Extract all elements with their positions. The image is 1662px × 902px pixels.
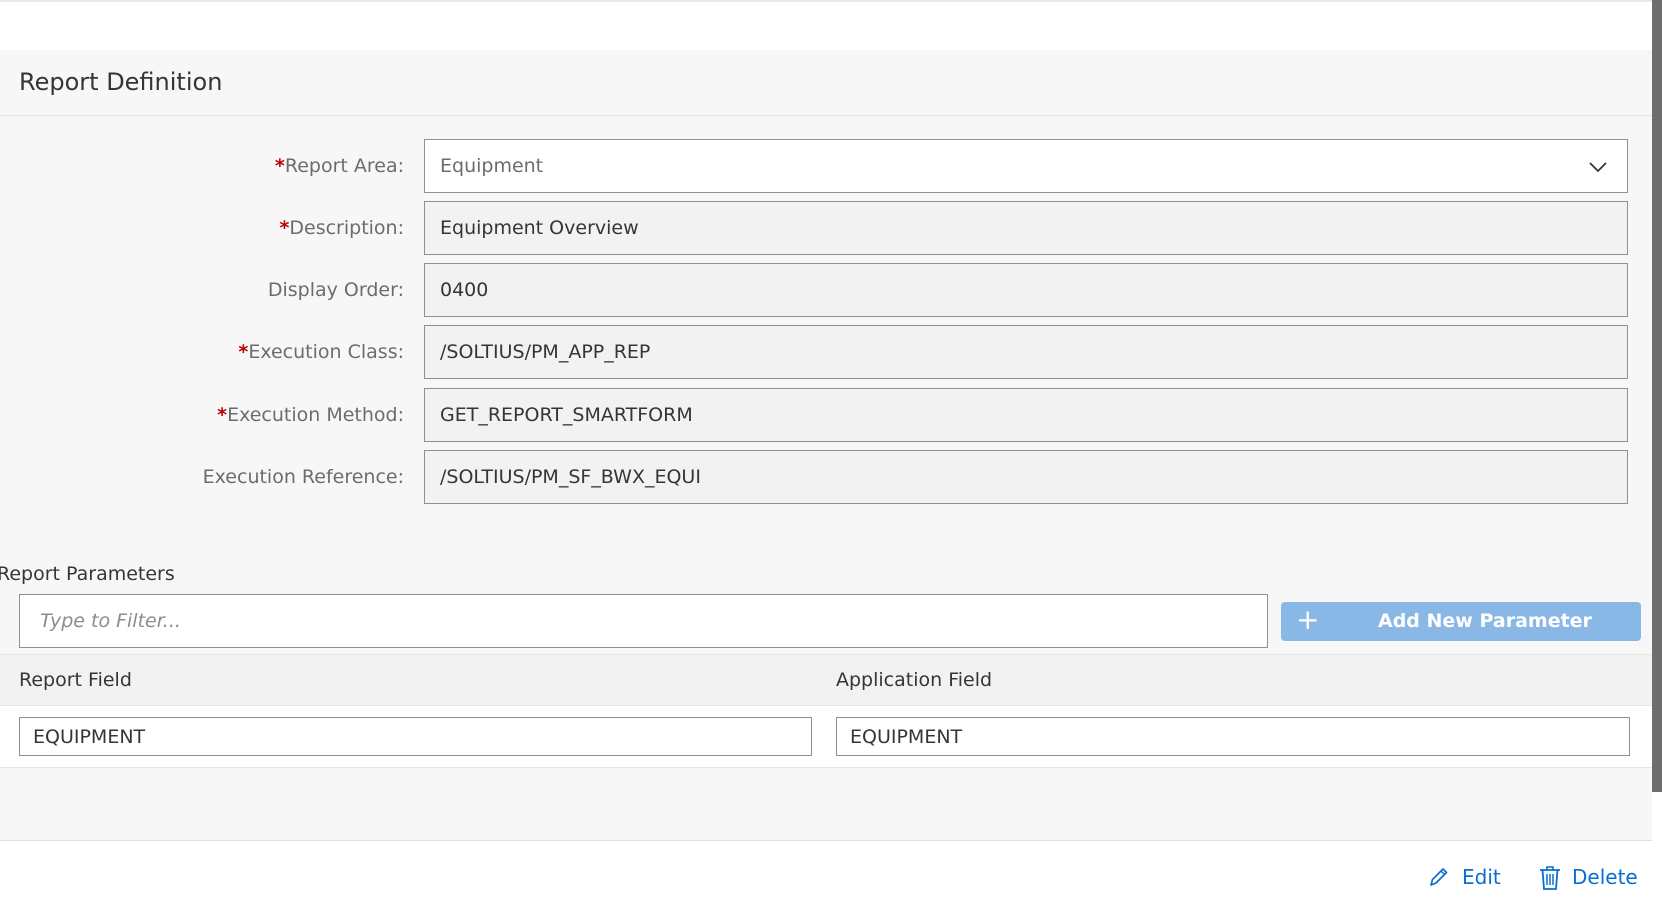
report-area-select[interactable]: Equipment bbox=[424, 139, 1628, 193]
pencil-icon bbox=[1430, 868, 1448, 886]
display-order-label: Display Order: bbox=[267, 279, 404, 301]
chevron-down-icon[interactable] bbox=[1587, 156, 1609, 178]
vertical-scrollbar[interactable] bbox=[1652, 0, 1662, 792]
required-marker: * bbox=[217, 404, 228, 426]
application-field-input[interactable]: EQUIPMENT bbox=[836, 717, 1630, 756]
delete-label: Delete bbox=[1572, 865, 1638, 889]
parameters-table-header: Report Field Application Field bbox=[0, 654, 1652, 706]
required-marker: * bbox=[279, 217, 290, 239]
execution-method-field[interactable]: GET_REPORT_SMARTFORM bbox=[424, 388, 1628, 442]
trash-icon bbox=[1540, 866, 1560, 890]
report-definition-panel: Report Definition *Report Area: Equipmen… bbox=[0, 50, 1652, 840]
required-marker: * bbox=[238, 341, 249, 363]
description-row: *Description: Equipment Overview bbox=[0, 201, 1652, 255]
execution-class-field[interactable]: /SOLTIUS/PM_APP_REP bbox=[424, 325, 1628, 379]
execution-method-row: *Execution Method: GET_REPORT_SMARTFORM bbox=[0, 388, 1652, 442]
execution-reference-label: Execution Reference: bbox=[202, 466, 404, 488]
report-area-label: *Report Area: bbox=[274, 155, 404, 177]
execution-class-value: /SOLTIUS/PM_APP_REP bbox=[440, 341, 651, 363]
delete-button[interactable]: Delete bbox=[1538, 863, 1638, 893]
description-value: Equipment Overview bbox=[440, 217, 639, 239]
report-field-value: EQUIPMENT bbox=[33, 726, 146, 748]
execution-reference-value: /SOLTIUS/PM_SF_BWX_EQUI bbox=[440, 466, 701, 488]
execution-reference-row: Execution Reference: /SOLTIUS/PM_SF_BWX_… bbox=[0, 450, 1652, 504]
execution-method-value: GET_REPORT_SMARTFORM bbox=[440, 404, 693, 426]
parameter-filter-input[interactable] bbox=[19, 594, 1268, 648]
table-row: EQUIPMENT EQUIPMENT bbox=[0, 706, 1652, 768]
report-field-input[interactable]: EQUIPMENT bbox=[19, 717, 812, 756]
required-marker: * bbox=[274, 155, 285, 177]
execution-class-row: *Execution Class: /SOLTIUS/PM_APP_REP bbox=[0, 325, 1652, 379]
page-title: Report Definition bbox=[19, 68, 223, 96]
edit-label: Edit bbox=[1462, 865, 1501, 889]
column-header-application-field: Application Field bbox=[836, 669, 993, 691]
execution-reference-field[interactable]: /SOLTIUS/PM_SF_BWX_EQUI bbox=[424, 450, 1628, 504]
report-parameters-heading: Report Parameters bbox=[0, 563, 175, 585]
description-label: *Description: bbox=[279, 217, 404, 239]
execution-class-label: *Execution Class: bbox=[238, 341, 404, 363]
application-field-value: EQUIPMENT bbox=[850, 726, 963, 748]
panel-header: Report Definition bbox=[0, 50, 1652, 116]
footer-toolbar: Edit Delete bbox=[0, 840, 1652, 902]
add-new-parameter-button[interactable]: + Add New Parameter bbox=[1281, 602, 1641, 641]
report-area-value: Equipment bbox=[440, 155, 544, 177]
column-header-report-field: Report Field bbox=[19, 669, 132, 691]
filter-text-input[interactable] bbox=[20, 595, 1267, 647]
report-area-row: *Report Area: Equipment bbox=[0, 139, 1652, 193]
top-shell-bar bbox=[0, 0, 1652, 50]
display-order-row: Display Order: 0400 bbox=[0, 263, 1652, 317]
edit-button[interactable]: Edit bbox=[1428, 863, 1508, 893]
display-order-field[interactable]: 0400 bbox=[424, 263, 1628, 317]
plus-icon: + bbox=[1296, 603, 1320, 636]
add-new-parameter-label: Add New Parameter bbox=[1378, 610, 1592, 632]
display-order-value: 0400 bbox=[440, 279, 489, 301]
description-field[interactable]: Equipment Overview bbox=[424, 201, 1628, 255]
execution-method-label: *Execution Method: bbox=[217, 404, 404, 426]
